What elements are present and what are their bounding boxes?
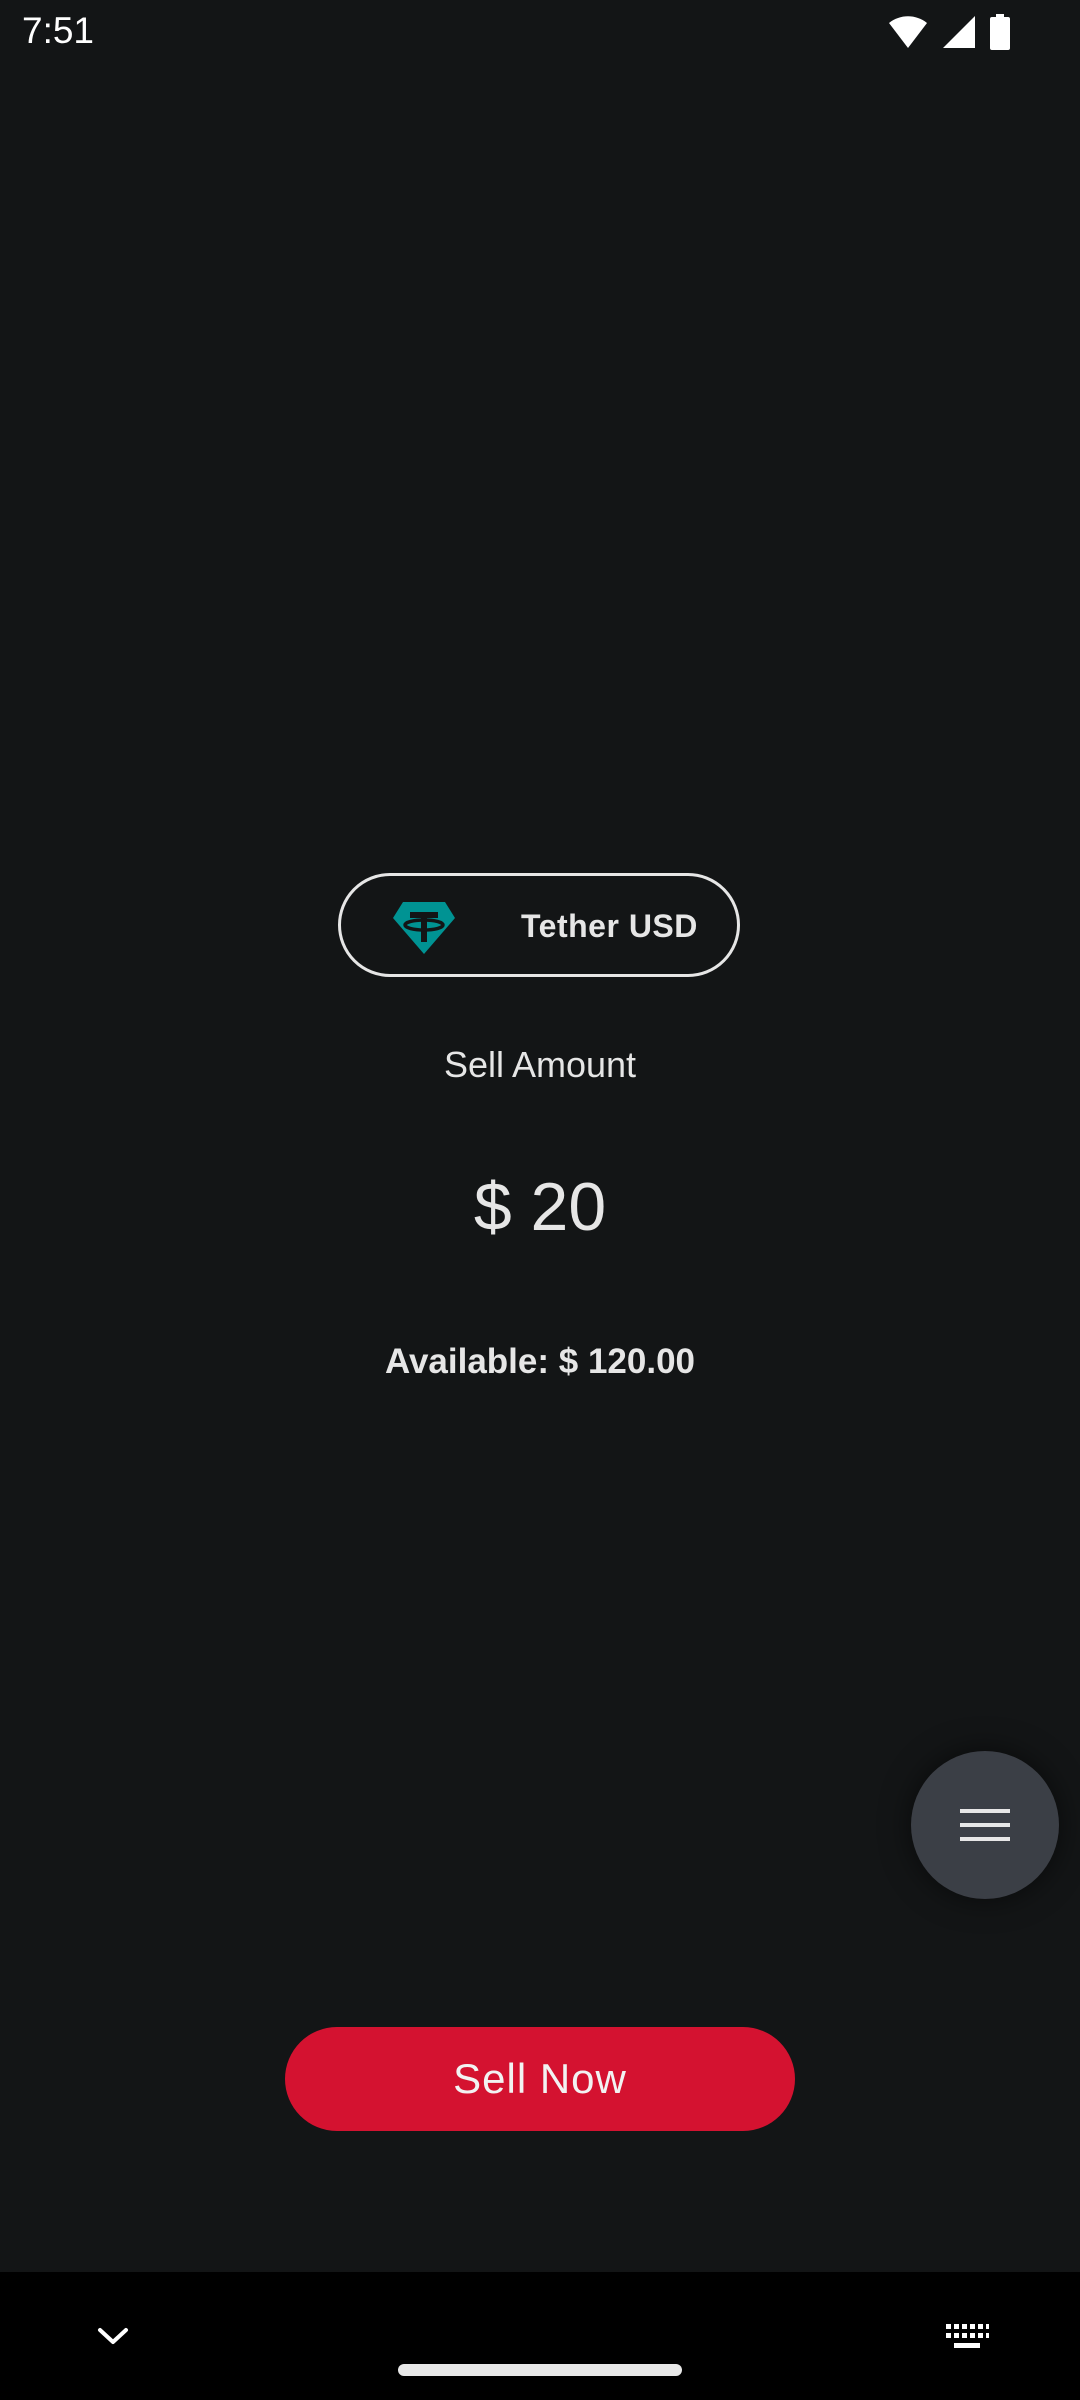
token-selector[interactable]: Tether USD: [338, 873, 740, 977]
chevron-down-icon[interactable]: [96, 2324, 130, 2353]
available-balance: Available: $ 120.00: [384, 1342, 695, 1381]
battery-icon: [990, 14, 1010, 55]
wifi-icon: [888, 15, 928, 54]
keyboard-icon[interactable]: [944, 2322, 990, 2357]
home-gesture-handle[interactable]: [398, 2364, 682, 2376]
sell-now-button[interactable]: Sell Now: [285, 2027, 795, 2131]
sell-amount-label: Sell Amount: [443, 1044, 637, 1085]
token-name: Tether USD: [521, 908, 698, 944]
navigation-bar: [0, 2272, 1080, 2400]
cellular-signal-icon: [942, 15, 976, 54]
hamburger-menu-icon: [960, 1809, 1010, 1841]
status-icons: [888, 14, 1010, 55]
status-time: 7:51: [22, 10, 95, 51]
status-bar: 7:51: [0, 0, 1080, 64]
sell-amount-value[interactable]: $ 20: [0, 1168, 1080, 1246]
tether-icon: [391, 900, 457, 956]
menu-fab-button[interactable]: [911, 1751, 1059, 1899]
